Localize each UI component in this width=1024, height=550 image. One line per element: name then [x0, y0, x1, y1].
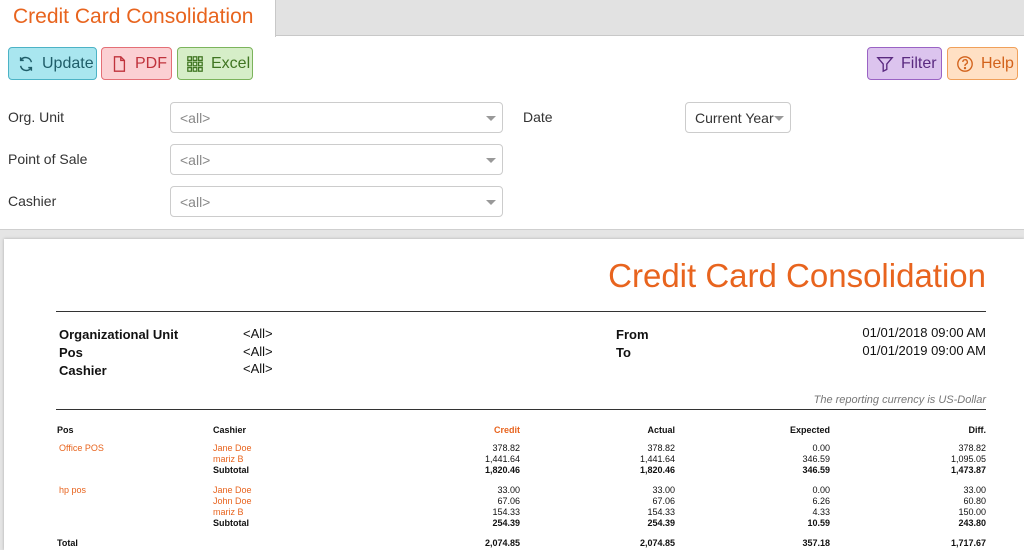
total-label: Total: [57, 538, 78, 548]
credit-cell: 378.82: [492, 443, 520, 453]
expected-cell: 0.00: [812, 443, 830, 453]
subtotal-diff: 243.80: [958, 518, 986, 528]
expected-cell: 346.59: [802, 454, 830, 464]
grid-icon: [187, 55, 203, 72]
diff-cell: 33.00: [963, 485, 986, 495]
cashier-link[interactable]: mariz B: [213, 507, 244, 517]
subtotal-diff: 1,473.87: [950, 465, 986, 475]
column-header-diff: Diff.: [968, 425, 987, 435]
report-title: Credit Card Consolidation: [608, 257, 986, 294]
pos-link[interactable]: Office POS: [59, 443, 104, 453]
tab-label: Credit Card Consolidation: [13, 5, 254, 28]
actual-cell: 154.33: [647, 507, 675, 517]
subtotal-credit: 254.39: [492, 518, 520, 528]
chevron-down-icon: [486, 116, 496, 121]
subtotal-label: Subtotal: [213, 465, 249, 475]
cashier-info-label: Cashier: [59, 363, 107, 378]
cashier-link[interactable]: Jane Doe: [213, 443, 252, 453]
diff-cell: 60.80: [963, 496, 986, 506]
help-label: Help: [981, 54, 1014, 72]
help-button[interactable]: Help: [947, 47, 1018, 80]
subtotal-expected: 346.59: [802, 465, 830, 475]
cashier-info-value: <All>: [243, 361, 273, 376]
date-label: Date: [523, 109, 553, 125]
total-expected: 357.18: [802, 538, 830, 548]
pdf-button[interactable]: PDF: [101, 47, 172, 80]
org-unit-info-label: Organizational Unit: [59, 327, 179, 342]
total-diff: 1,717.67: [950, 538, 986, 548]
pos-info-label: Pos: [59, 345, 83, 360]
diff-cell: 150.00: [958, 507, 986, 517]
org-unit-label: Org. Unit: [8, 109, 65, 125]
actual-cell: 67.06: [652, 496, 675, 506]
credit-cell: 33.00: [497, 485, 520, 495]
cashier-label: Cashier: [8, 193, 57, 209]
point-of-sale-label: Point of Sale: [8, 151, 88, 167]
question-circle-icon: [957, 55, 973, 72]
expected-cell: 0.00: [812, 485, 830, 495]
from-value: 01/01/2018 09:00 AM: [862, 325, 986, 340]
document-icon: [113, 55, 126, 72]
to-value: 01/01/2019 09:00 AM: [862, 343, 986, 358]
table-divider: [56, 409, 986, 410]
diff-cell: 378.82: [958, 443, 986, 453]
subtotal-credit: 1,820.46: [484, 465, 520, 475]
total-credit: 2,074.85: [484, 538, 520, 548]
pos-link[interactable]: hp pos: [59, 485, 86, 495]
date-select[interactable]: Current Year: [685, 102, 791, 133]
subtotal-expected: 10.59: [807, 518, 830, 528]
cashier-link[interactable]: John Doe: [213, 496, 252, 506]
update-label: Update: [42, 54, 94, 72]
column-header-cashier: Cashier: [213, 425, 247, 435]
credit-cell: 1,441.64: [484, 454, 520, 464]
filter-label: Filter: [901, 54, 937, 72]
chevron-down-icon: [486, 158, 496, 163]
tab-credit-card-consolidation[interactable]: Credit Card Consolidation: [0, 0, 276, 37]
excel-label: Excel: [211, 54, 251, 72]
funnel-icon: [876, 56, 894, 72]
expected-cell: 6.26: [812, 496, 830, 506]
column-header-actual: Actual: [647, 425, 675, 435]
subtotal-actual: 1,820.46: [639, 465, 675, 475]
subtotal-label: Subtotal: [213, 518, 249, 528]
subtotal-actual: 254.39: [647, 518, 675, 528]
from-label: From: [616, 327, 649, 342]
chevron-down-icon: [486, 200, 496, 205]
pdf-label: PDF: [135, 54, 167, 72]
filter-button[interactable]: Filter: [867, 47, 942, 80]
cashier-select[interactable]: <all>: [170, 186, 503, 217]
point-of-sale-select[interactable]: <all>: [170, 144, 503, 175]
total-actual: 2,074.85: [639, 538, 675, 548]
org-unit-info-value: <All>: [243, 326, 273, 341]
column-header-pos: Pos: [57, 425, 74, 435]
actual-cell: 1,441.64: [639, 454, 675, 464]
actual-cell: 378.82: [647, 443, 675, 453]
column-header-expected: Expected: [789, 425, 830, 435]
diff-cell: 1,095.05: [950, 454, 986, 464]
currency-note: The reporting currency is US-Dollar: [813, 394, 986, 406]
pos-info-value: <All>: [243, 344, 273, 359]
point-of-sale-value: <all>: [180, 152, 211, 168]
excel-button[interactable]: Excel: [177, 47, 253, 80]
org-unit-value: <all>: [180, 110, 211, 126]
expected-cell: 4.33: [812, 507, 830, 517]
credit-cell: 67.06: [497, 496, 520, 506]
actual-cell: 33.00: [652, 485, 675, 495]
chevron-down-icon: [774, 116, 784, 121]
date-value: Current Year: [695, 110, 774, 126]
report-divider: [56, 311, 986, 312]
org-unit-select[interactable]: <all>: [170, 102, 503, 133]
update-button[interactable]: Update: [8, 47, 97, 80]
refresh-icon: [19, 56, 33, 71]
credit-cell: 154.33: [492, 507, 520, 517]
cashier-value: <all>: [180, 194, 211, 210]
to-label: To: [616, 345, 631, 360]
cashier-link[interactable]: mariz B: [213, 454, 244, 464]
cashier-link[interactable]: Jane Doe: [213, 485, 252, 495]
column-header-credit: Credit: [493, 425, 520, 435]
